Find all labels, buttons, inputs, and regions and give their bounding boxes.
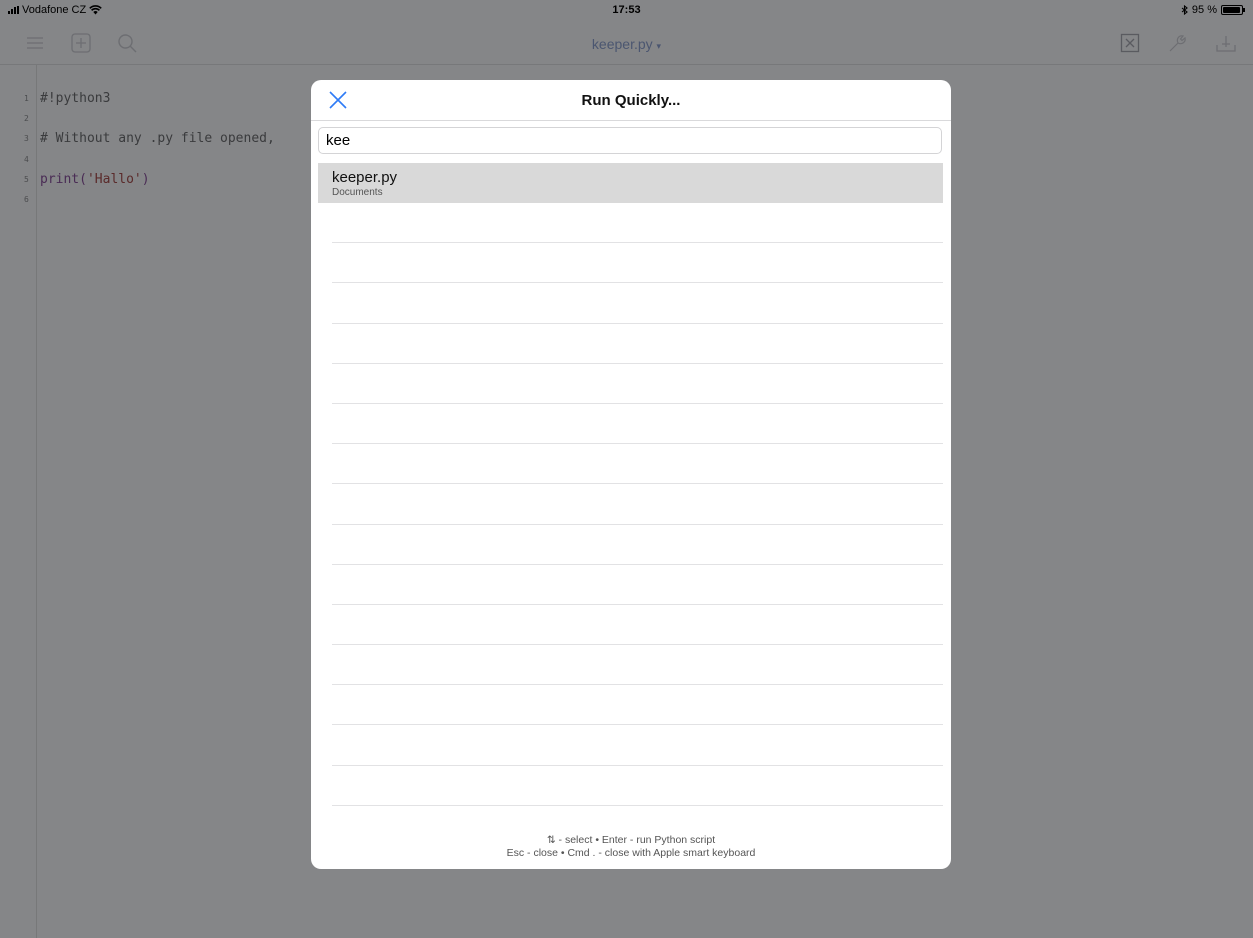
empty-list-row: [318, 364, 943, 405]
empty-list-row: [318, 283, 943, 324]
clock: 17:53: [612, 4, 641, 16]
code-line: 5 print('Hallo'): [24, 169, 275, 190]
file-title: keeper.py: [591, 36, 653, 52]
empty-list-row: [318, 444, 943, 485]
code-line: 1 #!python3: [24, 88, 275, 109]
close-file-icon[interactable]: [1119, 32, 1141, 54]
dialog-title: Run Quickly...: [581, 92, 681, 109]
empty-list-row: [318, 203, 943, 244]
empty-list-row: [318, 565, 943, 606]
empty-list-row: [318, 525, 943, 565]
run-quickly-dialog: Run Quickly... keeper.py Documents ⇅ - s…: [311, 80, 951, 869]
dialog-footer-hint: ⇅ - select • Enter - run Python script E…: [311, 834, 951, 860]
dialog-header: Run Quickly...: [311, 80, 951, 121]
code-keyword: ): [141, 171, 150, 187]
empty-list-row: [318, 605, 943, 646]
empty-list-row: [318, 725, 943, 766]
code-line: 3 # Without any .py file opened,: [24, 129, 275, 150]
empty-list-row: [318, 484, 943, 525]
chevron-down-icon: ▾: [656, 41, 662, 51]
battery-icon: [1221, 5, 1245, 15]
editor-toolbar: keeper.py ▾: [0, 22, 1253, 65]
line-number: 1: [24, 93, 29, 103]
bluetooth-icon: [1181, 5, 1188, 15]
search-field-container: [318, 127, 942, 154]
status-bar: Vodafone CZ 17:53 95 %: [0, 0, 1253, 22]
empty-list-row: [318, 685, 943, 726]
code-line: 6: [24, 190, 275, 210]
empty-list-row: [318, 645, 943, 686]
code-text: #!python3: [40, 90, 111, 106]
code-string: 'Hallo': [86, 171, 142, 187]
code-editor[interactable]: 1 #!python3 2 3 # Without any .py file o…: [24, 88, 275, 210]
code-keyword: print(: [40, 171, 87, 187]
empty-list-row: [318, 243, 943, 284]
results-list: keeper.py Documents: [318, 163, 943, 807]
share-icon[interactable]: [1215, 32, 1237, 54]
result-name: keeper.py: [332, 169, 398, 186]
result-row[interactable]: keeper.py Documents: [318, 163, 943, 203]
line-number: 5: [24, 174, 29, 184]
empty-list-row: [318, 404, 943, 445]
line-number: 6: [24, 195, 29, 204]
line-number: 4: [24, 154, 29, 164]
line-number: 2: [24, 114, 29, 123]
empty-list-row: [318, 324, 943, 364]
code-line: 2: [24, 109, 275, 129]
hint-line-2: Esc - close • Cmd . - close with Apple s…: [506, 847, 756, 859]
code-line: 4: [24, 149, 275, 169]
empty-rows: [318, 203, 943, 807]
code-text: # Without any .py file opened,: [40, 131, 275, 147]
wrench-icon[interactable]: [1167, 32, 1189, 54]
result-location: Documents: [332, 187, 383, 198]
search-input[interactable]: [319, 128, 941, 153]
line-number: 3: [24, 134, 29, 144]
battery-percent: 95 %: [1191, 4, 1217, 16]
empty-list-row: [318, 766, 943, 807]
file-title-dropdown[interactable]: keeper.py ▾: [0, 36, 1253, 52]
hint-line-1: ⇅ - select • Enter - run Python script: [546, 834, 716, 846]
